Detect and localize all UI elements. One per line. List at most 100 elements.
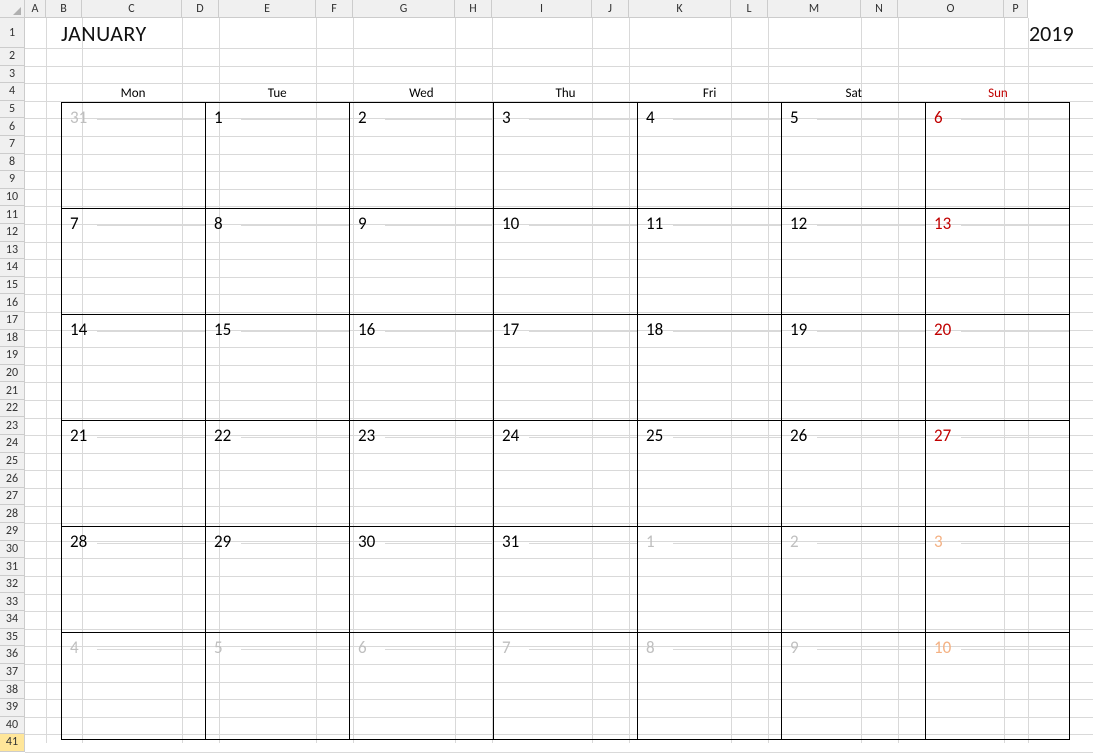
row-header[interactable]: 18: [0, 330, 25, 348]
calendar-day-cell[interactable]: 30: [350, 527, 494, 633]
calendar-day-cell[interactable]: 8: [206, 209, 350, 315]
calendar-day-cell[interactable]: 5: [782, 103, 926, 209]
calendar-day-cell[interactable]: 9: [350, 209, 494, 315]
row-header[interactable]: 19: [0, 347, 25, 365]
calendar-day-cell[interactable]: 2: [350, 103, 494, 209]
calendar-day-cell[interactable]: 20: [926, 315, 1069, 421]
column-header[interactable]: E: [219, 0, 316, 18]
column-header[interactable]: H: [455, 0, 492, 18]
calendar-day-cell[interactable]: 7: [62, 209, 206, 315]
calendar-day-cell[interactable]: 13: [926, 209, 1069, 315]
row-header[interactable]: 5: [0, 101, 25, 119]
column-header[interactable]: O: [898, 0, 1004, 18]
calendar-day-cell[interactable]: 15: [206, 315, 350, 421]
calendar-day-cell[interactable]: 4: [638, 103, 782, 209]
calendar-day-cell[interactable]: 6: [926, 103, 1069, 209]
calendar-day-cell[interactable]: 6: [350, 633, 494, 739]
row-header[interactable]: 33: [0, 593, 25, 611]
row-header[interactable]: 6: [0, 118, 25, 136]
row-header[interactable]: 21: [0, 382, 25, 400]
calendar-day-cell[interactable]: 16: [350, 315, 494, 421]
select-all-corner[interactable]: [0, 0, 25, 18]
row-header[interactable]: 20: [0, 365, 25, 383]
row-header[interactable]: 27: [0, 488, 25, 506]
sheet-area[interactable]: JANUARY 2019 MonTueWedThuFriSatSun 31123…: [25, 18, 1093, 743]
calendar-day-cell[interactable]: 7: [494, 633, 638, 739]
column-header[interactable]: F: [316, 0, 353, 18]
column-header[interactable]: J: [592, 0, 629, 18]
calendar-day-cell[interactable]: 19: [782, 315, 926, 421]
row-header[interactable]: 38: [0, 681, 25, 699]
calendar-day-cell[interactable]: 5: [206, 633, 350, 739]
calendar-day-cell[interactable]: 18: [638, 315, 782, 421]
calendar-day-cell[interactable]: 14: [62, 315, 206, 421]
calendar-day-cell[interactable]: 9: [782, 633, 926, 739]
row-header[interactable]: 13: [0, 242, 25, 260]
row-header[interactable]: 39: [0, 699, 25, 717]
row-header[interactable]: 11: [0, 206, 25, 224]
calendar-day-cell[interactable]: 22: [206, 421, 350, 527]
column-header[interactable]: L: [731, 0, 768, 18]
row-header[interactable]: 29: [0, 523, 25, 541]
column-header[interactable]: B: [46, 0, 82, 18]
column-header[interactable]: M: [768, 0, 861, 18]
calendar-day-cell[interactable]: 10: [494, 209, 638, 315]
row-header[interactable]: 37: [0, 664, 25, 682]
row-header[interactable]: 32: [0, 576, 25, 594]
row-header[interactable]: 1: [0, 18, 25, 48]
calendar-day-cell[interactable]: 25: [638, 421, 782, 527]
row-header[interactable]: 4: [0, 83, 25, 101]
calendar-day-cell[interactable]: 3: [494, 103, 638, 209]
calendar-day-cell[interactable]: 23: [350, 421, 494, 527]
row-header[interactable]: 10: [0, 189, 25, 207]
row-header[interactable]: 2: [0, 48, 25, 66]
calendar-day-cell[interactable]: 12: [782, 209, 926, 315]
column-header[interactable]: C: [82, 0, 182, 18]
row-header[interactable]: 34: [0, 611, 25, 629]
calendar-day-cell[interactable]: 29: [206, 527, 350, 633]
row-header[interactable]: 23: [0, 417, 25, 435]
calendar-day-cell[interactable]: 4: [62, 633, 206, 739]
row-header[interactable]: 25: [0, 453, 25, 471]
row-header[interactable]: 15: [0, 277, 25, 295]
column-header[interactable]: A: [25, 0, 46, 18]
row-header[interactable]: 30: [0, 541, 25, 559]
calendar-day-cell[interactable]: 3: [926, 527, 1069, 633]
row-header[interactable]: 31: [0, 558, 25, 576]
row-header[interactable]: 40: [0, 717, 25, 735]
calendar-day-cell[interactable]: 31: [494, 527, 638, 633]
column-header[interactable]: D: [182, 0, 219, 18]
calendar-day-cell[interactable]: 2: [782, 527, 926, 633]
row-header[interactable]: 22: [0, 400, 25, 418]
row-header[interactable]: 16: [0, 294, 25, 312]
row-header[interactable]: 12: [0, 224, 25, 242]
calendar-day-cell[interactable]: 21: [62, 421, 206, 527]
row-header[interactable]: 24: [0, 435, 25, 453]
column-header[interactable]: P: [1004, 0, 1028, 18]
calendar-day-cell[interactable]: 1: [206, 103, 350, 209]
calendar-day-cell[interactable]: 27: [926, 421, 1069, 527]
column-header[interactable]: K: [629, 0, 731, 18]
row-header[interactable]: 14: [0, 259, 25, 277]
calendar-day-cell[interactable]: 10: [926, 633, 1069, 739]
row-header[interactable]: 7: [0, 136, 25, 154]
row-header[interactable]: 35: [0, 629, 25, 647]
row-header[interactable]: 9: [0, 171, 25, 189]
calendar-day-cell[interactable]: 28: [62, 527, 206, 633]
row-header[interactable]: 36: [0, 646, 25, 664]
row-header[interactable]: 17: [0, 312, 25, 330]
row-header[interactable]: 3: [0, 66, 25, 84]
calendar-day-cell[interactable]: 24: [494, 421, 638, 527]
row-header[interactable]: 8: [0, 154, 25, 172]
column-header[interactable]: I: [492, 0, 592, 18]
column-header[interactable]: N: [861, 0, 898, 18]
calendar-day-cell[interactable]: 11: [638, 209, 782, 315]
calendar-day-cell[interactable]: 8: [638, 633, 782, 739]
row-header[interactable]: 28: [0, 505, 25, 523]
calendar-day-cell[interactable]: 31: [62, 103, 206, 209]
calendar-day-cell[interactable]: 17: [494, 315, 638, 421]
column-header[interactable]: G: [353, 0, 455, 18]
row-header[interactable]: 26: [0, 470, 25, 488]
calendar-day-cell[interactable]: 1: [638, 527, 782, 633]
calendar-day-cell[interactable]: 26: [782, 421, 926, 527]
